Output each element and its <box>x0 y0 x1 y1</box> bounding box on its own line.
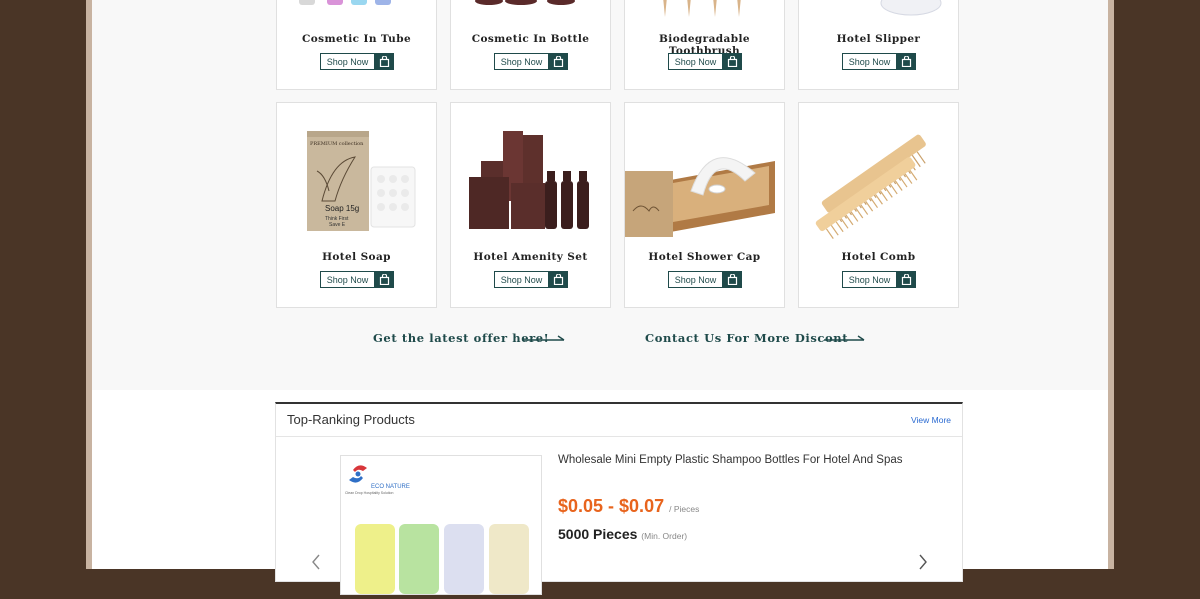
shop-now-button[interactable]: Shop Now <box>320 271 394 288</box>
product-title[interactable]: Wholesale Mini Empty Plastic Shampoo Bot… <box>558 454 903 466</box>
moq-unit: (Min. Order) <box>641 531 688 541</box>
eco-nature-logo-icon <box>349 465 367 483</box>
price-unit: / Pieces <box>669 504 700 514</box>
moq-value: 5000 Pieces <box>558 526 638 542</box>
product-image[interactable]: ECO NATURE Clean Drop Hospitality Soluti… <box>340 455 542 595</box>
shopping-bag-icon <box>375 53 394 70</box>
shop-now-button[interactable]: Shop Now <box>842 271 916 288</box>
product-name: Hotel Amenity Set <box>473 251 588 263</box>
minimum-order: 5000 Pieces (Min. Order) <box>558 526 687 542</box>
top-ranking-header: Top-Ranking Products View More <box>276 404 962 437</box>
shop-now-label: Shop Now <box>842 271 897 288</box>
product-image <box>625 0 784 21</box>
price-range: $0.05 - $0.07 <box>558 496 665 516</box>
shopping-bag-icon <box>375 271 394 288</box>
product-image <box>277 0 436 13</box>
shop-now-label: Shop Now <box>842 53 897 70</box>
shopping-bag-icon <box>549 271 568 288</box>
shop-now-button[interactable]: Shop Now <box>668 53 742 70</box>
contact-discount-link[interactable]: Contact Us For More Discont <box>645 331 848 345</box>
shop-now-label: Shop Now <box>320 53 375 70</box>
section-title: Top-Ranking Products <box>287 412 415 427</box>
product-image: PREMIUM collection Soap 15g Think First … <box>277 121 436 241</box>
brand-tagline: Clean Drop Hospitality Solution <box>345 491 393 495</box>
product-card[interactable]: Cosmetic In Bottle Shop Now <box>450 0 611 90</box>
shop-now-label: Shop Now <box>494 271 549 288</box>
shop-now-label: Shop Now <box>320 271 375 288</box>
product-card[interactable]: Cosmetic In Tube Shop Now <box>276 0 437 90</box>
product-image <box>625 121 784 241</box>
page-content: Cosmetic In Tube Shop Now Cosmetic In Bo… <box>92 0 1108 595</box>
product-name: Cosmetic In Tube <box>301 33 412 45</box>
product-card[interactable]: Hotel Amenity Set Shop Now <box>450 102 611 308</box>
view-more-link[interactable]: View More <box>911 415 951 425</box>
chevron-right-icon[interactable] <box>918 554 928 570</box>
product-card[interactable]: PREMIUM collection Soap 15g Think First … <box>276 102 437 308</box>
product-price: $0.05 - $0.07 / Pieces <box>558 496 699 517</box>
shopping-bag-icon <box>549 53 568 70</box>
product-card[interactable]: Biodegradable Toothbrush Shop Now <box>624 0 785 90</box>
product-name: Cosmetic In Bottle <box>471 33 590 45</box>
shopping-bag-icon <box>723 53 742 70</box>
shop-now-button[interactable]: Shop Now <box>494 271 568 288</box>
product-name: Hotel Slipper <box>836 33 921 45</box>
products-section: Cosmetic In Tube Shop Now Cosmetic In Bo… <box>92 0 1108 390</box>
product-card[interactable]: Hotel Slipper Shop Now <box>798 0 959 90</box>
arrow-right-icon <box>524 335 565 341</box>
product-image <box>799 121 958 241</box>
arrow-right-icon <box>824 335 865 341</box>
product-card[interactable]: Hotel Shower Cap Shop Now <box>624 102 785 308</box>
chevron-left-icon[interactable] <box>311 554 321 570</box>
product-name: Hotel Shower Cap <box>648 251 761 263</box>
shopping-bag-icon <box>897 53 916 70</box>
shopping-bag-icon <box>897 271 916 288</box>
product-name: Hotel Soap <box>322 251 391 263</box>
shop-now-button[interactable]: Shop Now <box>320 53 394 70</box>
soap-brand-text: PREMIUM collection <box>310 141 364 147</box>
soap-tagline-text: Save E <box>329 222 346 228</box>
product-image <box>451 0 610 13</box>
latest-offer-link[interactable]: Get the latest offer here! <box>373 331 549 345</box>
shopping-bag-icon <box>723 271 742 288</box>
shop-now-button[interactable]: Shop Now <box>842 53 916 70</box>
brand-name: ECO NATURE <box>371 484 410 490</box>
product-image <box>799 0 958 21</box>
shop-now-button[interactable]: Shop Now <box>668 271 742 288</box>
page-frame-right <box>1108 0 1114 569</box>
shop-now-label: Shop Now <box>668 53 723 70</box>
shop-now-label: Shop Now <box>668 271 723 288</box>
product-image <box>451 121 610 241</box>
product-name: Hotel Comb <box>841 251 916 263</box>
shop-now-button[interactable]: Shop Now <box>494 53 568 70</box>
product-card[interactable]: Hotel Comb Shop Now <box>798 102 959 308</box>
shop-now-label: Shop Now <box>494 53 549 70</box>
top-ranking-panel: Top-Ranking Products View More ECO NATUR… <box>275 402 963 595</box>
soap-weight-text: Soap 15g <box>325 204 359 213</box>
